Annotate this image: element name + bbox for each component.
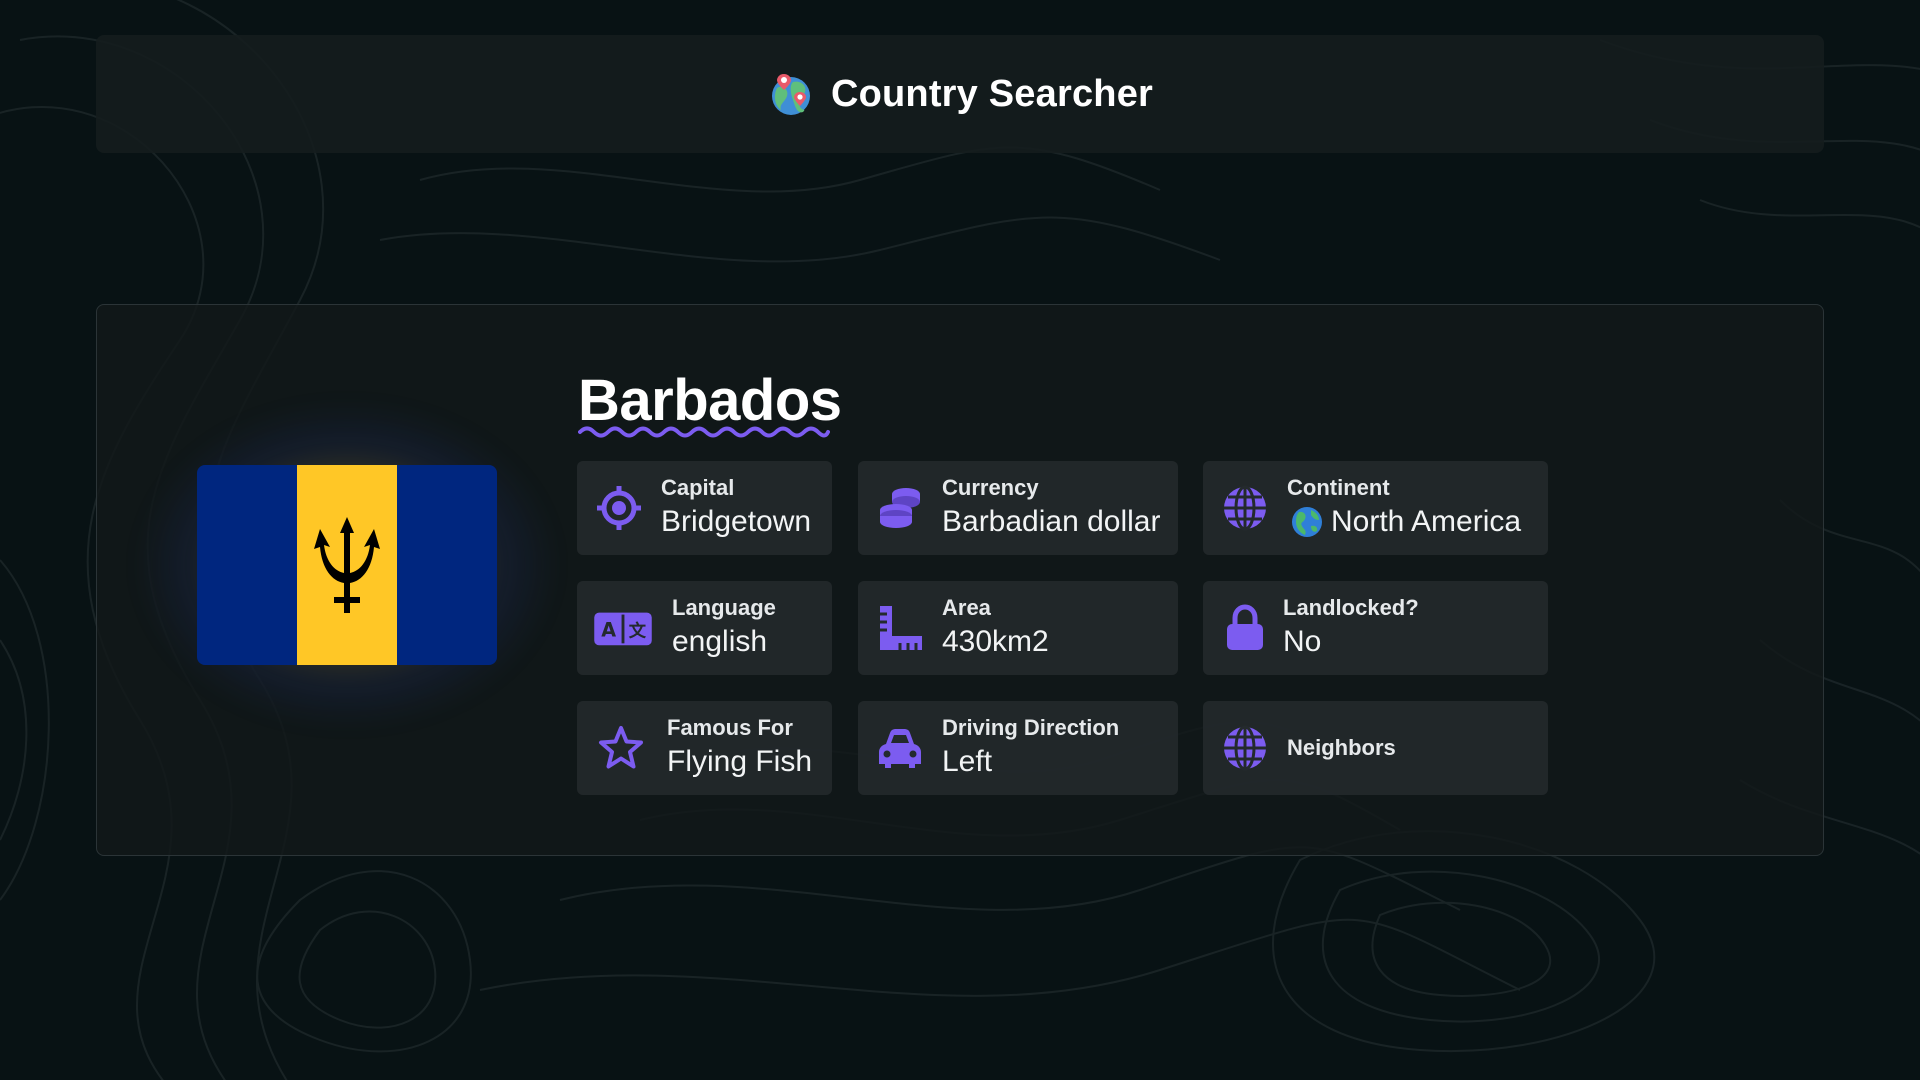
capital-label: Capital: [661, 475, 735, 500]
famous-for-label: Famous For: [667, 715, 793, 740]
language-label: Language: [672, 595, 776, 620]
lock-icon: [1219, 602, 1271, 654]
star-icon: [595, 722, 647, 774]
landlocked-card: Landlocked? No: [1203, 581, 1548, 675]
landlocked-value: No: [1283, 625, 1322, 658]
currency-label: Currency: [942, 475, 1039, 500]
flag-band-left: [197, 465, 297, 665]
coins-icon: [874, 482, 926, 534]
country-flag-container: [127, 395, 567, 735]
earth-americas-icon: [1292, 507, 1322, 537]
globe-icon: [1219, 482, 1271, 534]
language-value: english: [672, 625, 768, 658]
svg-text:文: 文: [629, 621, 647, 642]
capital-value: Bridgetown: [661, 505, 812, 538]
app-header: Country Searcher: [96, 35, 1824, 153]
landlocked-label: Landlocked?: [1283, 595, 1419, 620]
area-label: Area: [942, 595, 991, 620]
currency-value: Barbadian dollar: [942, 505, 1161, 538]
svg-text:A: A: [601, 619, 616, 642]
capital-card: Capital Bridgetown: [577, 461, 832, 555]
ruler-icon: [874, 602, 926, 654]
title-underline-squiggle: [578, 426, 830, 438]
translate-icon: A文: [593, 602, 653, 654]
area-value: 430km2: [942, 625, 1049, 658]
area-card: Area 430km2: [858, 581, 1178, 675]
flag-band-center: [297, 465, 397, 665]
app-title: Country Searcher: [830, 72, 1154, 115]
driving-direction-value: Left: [942, 745, 993, 778]
continent-value-row: North America: [1291, 505, 1521, 539]
neighbors-card: Neighbors: [1203, 701, 1548, 795]
flag-band-right: [397, 465, 497, 665]
globe-icon: [1219, 722, 1271, 774]
continent-value: North America: [1331, 505, 1522, 538]
continent-label: Continent: [1287, 475, 1390, 500]
continent-card: Continent North America: [1203, 461, 1548, 555]
crosshair-icon: [593, 482, 645, 534]
car-icon: [874, 722, 926, 774]
driving-direction-label: Driving Direction: [942, 715, 1120, 740]
currency-card: Currency Barbadian dollar: [858, 461, 1178, 555]
language-card: A文 Language english: [577, 581, 832, 675]
country-flag: [197, 465, 497, 665]
famous-for-card: Famous For Flying Fish: [577, 701, 832, 795]
driving-direction-card: Driving Direction Left: [858, 701, 1178, 795]
trident-icon: [314, 517, 380, 613]
famous-for-value: Flying Fish: [667, 745, 813, 778]
globe-with-pins-icon: [771, 74, 810, 115]
neighbors-label: Neighbors: [1287, 735, 1396, 760]
